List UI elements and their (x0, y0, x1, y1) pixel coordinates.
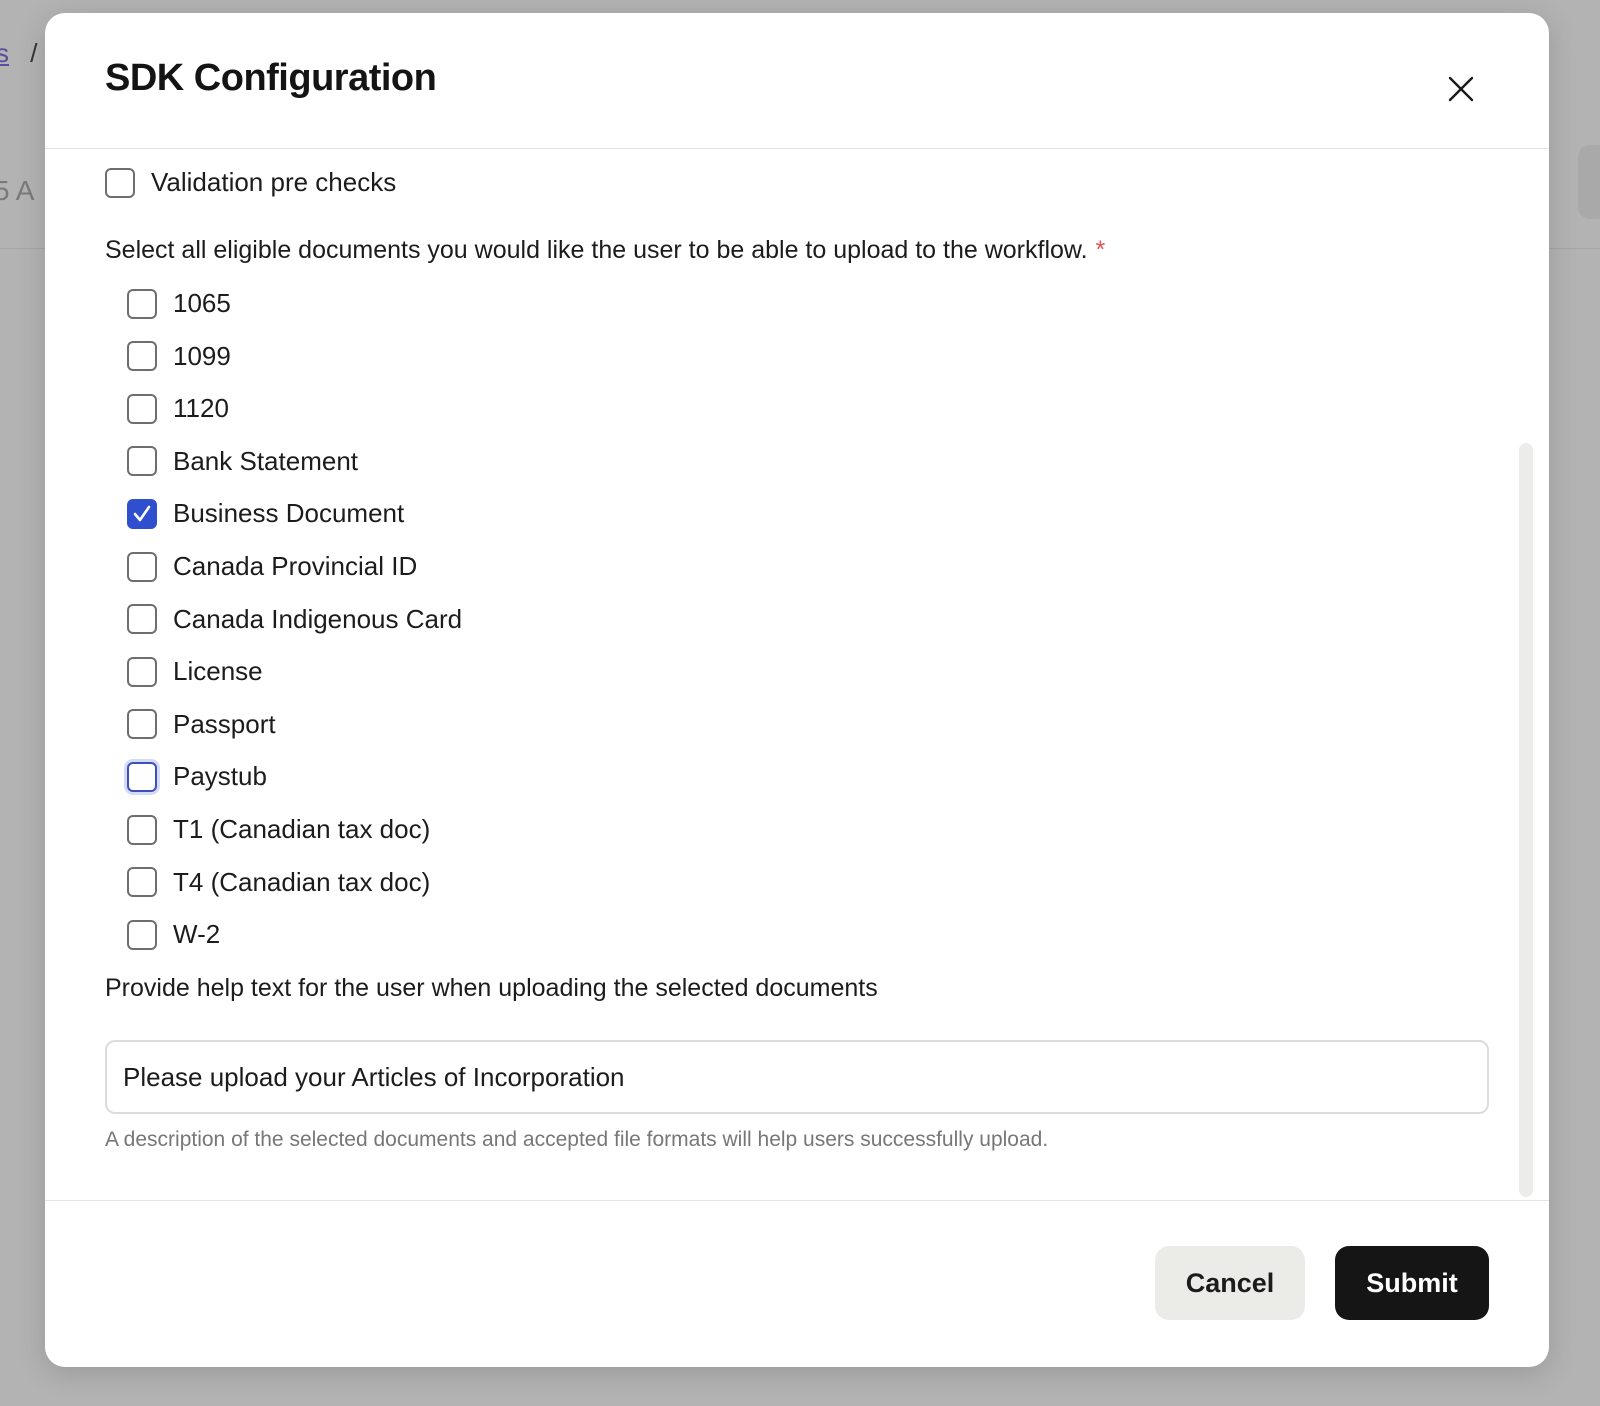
validation-pre-checks-option[interactable]: Validation pre checks (105, 167, 396, 198)
document-option[interactable]: Bank Statement (127, 446, 358, 477)
document-option-label: Paystub (173, 761, 267, 792)
checkmark-icon (133, 505, 151, 522)
documents-prompt: Select all eligible documents you would … (105, 236, 1105, 265)
modal-body: Validation pre checks Select all eligibl… (45, 150, 1549, 1213)
scrollbar[interactable] (1519, 443, 1533, 1197)
document-checkbox[interactable] (127, 446, 157, 477)
validation-pre-checks-checkbox[interactable] (105, 167, 135, 198)
document-checkbox[interactable] (127, 814, 157, 845)
submit-button[interactable]: Submit (1335, 1246, 1489, 1320)
sdk-configuration-modal: SDK Configuration Validation pre checks … (45, 13, 1549, 1367)
document-option-label: Canada Provincial ID (173, 551, 418, 581)
document-checkbox[interactable] (127, 709, 157, 740)
help-text-input[interactable] (105, 1040, 1489, 1114)
document-option-label: 1120 (173, 393, 229, 424)
breadcrumb-separator: / (30, 38, 38, 68)
document-option[interactable]: Canada Provincial ID (127, 551, 417, 582)
document-option[interactable]: 1065 (127, 288, 231, 319)
document-checkbox[interactable] (127, 867, 157, 898)
close-button[interactable] (1437, 65, 1485, 113)
modal-header: SDK Configuration (45, 13, 1549, 149)
modal-footer: Cancel Submit (45, 1200, 1549, 1367)
close-icon (1448, 76, 1474, 102)
required-marker: * (1095, 236, 1106, 264)
document-checkbox[interactable] (127, 288, 157, 319)
help-text-hint: A description of the selected documents … (105, 1128, 1049, 1151)
document-option[interactable]: License (127, 656, 263, 687)
breadcrumb-link[interactable]: s (0, 38, 9, 68)
document-option-label: Passport (173, 708, 276, 739)
document-option[interactable]: T1 (Canadian tax doc) (127, 814, 430, 845)
document-checkbox[interactable] (127, 761, 157, 792)
modal-title: SDK Configuration (105, 57, 437, 99)
background-breadcrumb: s / (0, 38, 37, 69)
document-checkbox[interactable] (127, 656, 157, 687)
document-option[interactable]: Paystub (127, 761, 267, 792)
document-option-label: Canada Indigenous Card (173, 603, 463, 634)
document-checkbox[interactable] (127, 341, 157, 372)
document-option[interactable]: W-2 (127, 919, 220, 950)
document-checkbox[interactable] (127, 498, 157, 529)
document-checkbox[interactable] (127, 551, 157, 582)
document-option[interactable]: Business Document (127, 498, 404, 529)
document-option[interactable]: 1120 (127, 393, 229, 424)
document-option-label: Business Document (173, 498, 405, 529)
documents-prompt-text: Select all eligible documents you would … (105, 236, 1088, 264)
document-option-label: Bank Statement (173, 445, 358, 476)
cancel-button[interactable]: Cancel (1155, 1246, 1305, 1320)
validation-pre-checks-label: Validation pre checks (151, 167, 397, 197)
document-option-label: T4 (Canadian tax doc) (173, 866, 431, 897)
background-text-fragment: 5 A (0, 175, 35, 206)
document-option-label: 1099 (173, 340, 231, 371)
document-option-label: License (173, 656, 263, 687)
document-checkbox[interactable] (127, 604, 157, 635)
document-option-label: 1065 (173, 288, 231, 318)
document-checkbox[interactable] (127, 393, 157, 424)
document-option[interactable]: T4 (Canadian tax doc) (127, 867, 430, 898)
document-option-label: T1 (Canadian tax doc) (173, 814, 431, 844)
document-checkbox[interactable] (127, 919, 157, 950)
background-button-edge (1578, 145, 1600, 219)
help-text-label: Provide help text for the user when uplo… (105, 974, 878, 1002)
document-option[interactable]: Canada Indigenous Card (127, 604, 462, 635)
document-option[interactable]: Passport (127, 709, 276, 740)
document-option[interactable]: 1099 (127, 341, 231, 372)
document-option-label: W-2 (173, 919, 221, 950)
